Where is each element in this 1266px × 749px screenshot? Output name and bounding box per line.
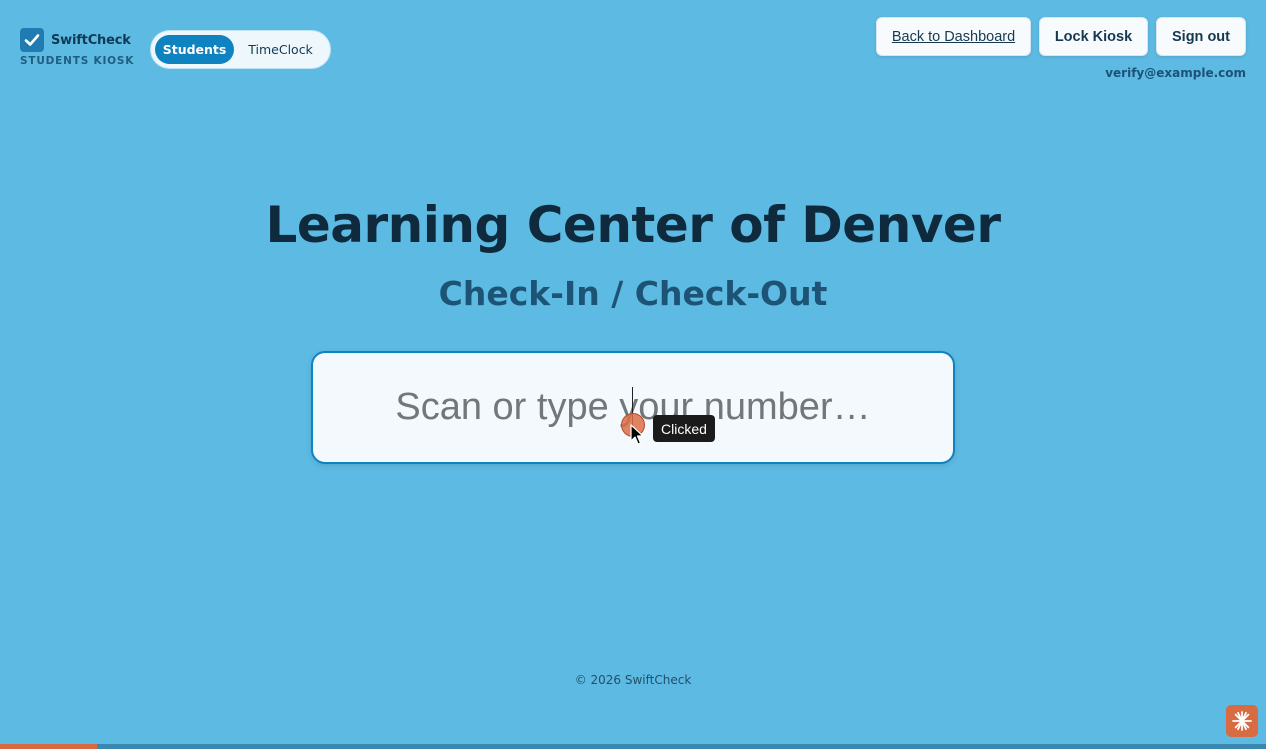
click-tooltip: Clicked [653,415,715,442]
bottom-progress-fill [0,744,97,749]
brand-logo: SwiftCheck STUDENTS KIOSK [20,28,140,67]
sign-out-button[interactable]: Sign out [1156,17,1246,56]
tab-timeclock[interactable]: TimeClock [235,35,326,64]
sparkle-icon [1232,711,1252,731]
brand-subtitle: STUDENTS KIOSK [20,55,135,67]
lock-kiosk-button[interactable]: Lock Kiosk [1039,17,1148,56]
back-to-dashboard-button[interactable]: Back to Dashboard [876,17,1031,56]
page-title: Learning Center of Denver [265,196,1001,254]
help-button[interactable] [1226,705,1258,737]
footer-copyright: © 2026 SwiftCheck [574,673,692,687]
tab-students[interactable]: Students [155,35,235,64]
brand-name: SwiftCheck [51,32,131,48]
mode-toggle: Students TimeClock [151,31,330,68]
user-email: verify@example.com [1105,66,1246,80]
mouse-pointer-icon [630,424,644,451]
bottom-progress-bar [0,744,1266,749]
page-subtitle: Check-In / Check-Out [438,274,828,313]
checkmark-icon [20,28,44,52]
